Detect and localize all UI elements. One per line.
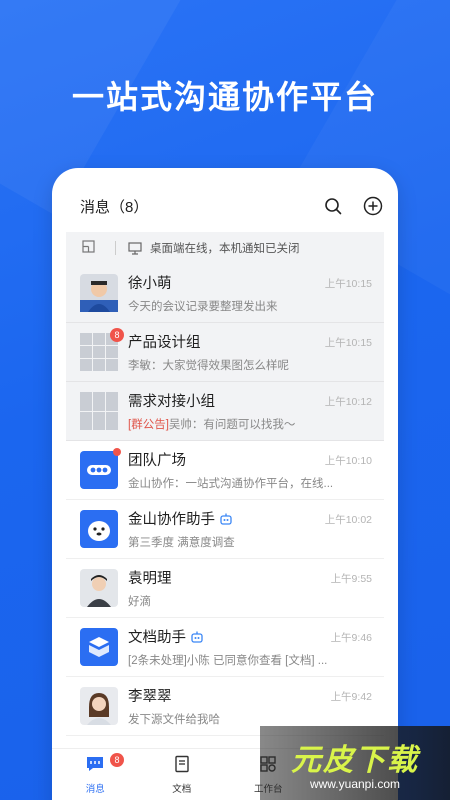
watermark-title: 元皮下载 (291, 744, 419, 777)
conversation-time: 上午10:10 (324, 455, 372, 467)
conversation-preview: 金山协作：一站式沟通协作平台，在线... (128, 478, 334, 490)
conversation-row[interactable]: 团队广场 金山协作：一站式沟通协作平台，在线... 上午10:10 (66, 441, 384, 500)
top-bar: 消息（8） (52, 168, 398, 232)
top-actions (322, 195, 384, 217)
conversation-preview: [群公告]吴帅：有问题可以找我～ (128, 416, 384, 432)
message-icon (85, 755, 105, 778)
conversation-name: 文档助手 (128, 630, 186, 646)
tab-messages[interactable]: 8 消息 (52, 749, 139, 800)
bot-icon (219, 513, 233, 525)
device-switch-icon[interactable] (82, 240, 95, 256)
notice-text: 桌面端在线，本机通知已关闭 (150, 243, 300, 255)
group-avatar: 8 (80, 328, 124, 371)
phone-screen: 消息（8） 桌面端在线，本机通知已关闭 徐小萌 今天的会议记录要整理发出来 上午… (52, 168, 398, 800)
conversation-row[interactable]: 袁明理 好滴 上午9:55 (66, 559, 384, 618)
conversation-row[interactable]: 8 产品设计组 李敏：大家觉得效果图怎么样呢 上午10:15 (66, 323, 384, 382)
avatar (80, 274, 118, 312)
conversation-row[interactable]: 徐小萌 今天的会议记录要整理发出来 上午10:15 (66, 264, 384, 323)
group-avatar (80, 392, 118, 430)
conversation-time: 上午10:02 (324, 514, 372, 526)
announcement-tag: [群公告] (128, 419, 169, 431)
conversation-row[interactable]: 需求对接小组 [群公告]吴帅：有问题可以找我～ 上午10:12 (66, 382, 384, 441)
conversation-preview: 李敏：大家觉得效果图怎么样呢 (128, 360, 289, 372)
conversation-time: 上午10:12 (324, 396, 372, 408)
tab-docs[interactable]: 文档 (139, 749, 226, 800)
assistant-avatar (80, 510, 118, 548)
conversation-time: 上午10:15 (324, 337, 372, 349)
tab-label: 文档 (172, 783, 192, 795)
conversation-time: 上午9:42 (330, 691, 372, 703)
watermark-url: www.yuanpi.com (309, 777, 401, 791)
conversation-time: 上午9:55 (330, 573, 372, 585)
unread-badge: 8 (110, 328, 124, 342)
document-icon (173, 755, 191, 778)
conversation-preview: 好滴 (128, 596, 151, 608)
avatar (80, 687, 118, 725)
tab-badge: 8 (110, 753, 124, 767)
conversation-preview: 今天的会议记录要整理发出来 (128, 301, 278, 313)
conversation-row[interactable]: 金山协作助手 第三季度 满意度调查 上午10:02 (66, 500, 384, 559)
search-icon[interactable] (322, 195, 344, 217)
page-title: 消息（8） (80, 198, 149, 216)
device-notice-bar[interactable]: 桌面端在线，本机通知已关闭 (66, 232, 384, 264)
conversation-time: 上午10:15 (324, 278, 372, 290)
doc-assistant-avatar (80, 628, 118, 666)
unread-dot (113, 448, 121, 456)
conversation-preview: 第三季度 满意度调查 (128, 537, 235, 549)
tab-label: 消息 (85, 783, 105, 795)
avatar (80, 569, 118, 607)
add-icon[interactable] (362, 195, 384, 217)
bot-icon (190, 631, 204, 643)
conversation-name: 金山协作助手 (128, 512, 215, 528)
conversation-row[interactable]: 文档助手 [2条未处理]小陈 已同意你查看 [文档] ... 上午9:46 (66, 618, 384, 677)
message-list: 徐小萌 今天的会议记录要整理发出来 上午10:15 8 产品设计组 李敏：大家觉… (66, 264, 384, 736)
conversation-preview: 发下源文件给我哈 (128, 714, 220, 726)
group-avatar-grid (80, 392, 118, 430)
conversation-preview: [2条未处理]小陈 已同意你查看 [文档] ... (128, 655, 328, 667)
preview-text: 吴帅：有问题可以找我～ (168, 419, 296, 431)
monitor-icon (128, 241, 142, 255)
watermark: 元皮下载 www.yuanpi.com (260, 726, 450, 800)
team-square-avatar (80, 448, 121, 489)
promo-headline: 一站式沟通协作平台 (71, 79, 378, 115)
conversation-time: 上午9:46 (330, 632, 372, 644)
divider (115, 241, 116, 255)
